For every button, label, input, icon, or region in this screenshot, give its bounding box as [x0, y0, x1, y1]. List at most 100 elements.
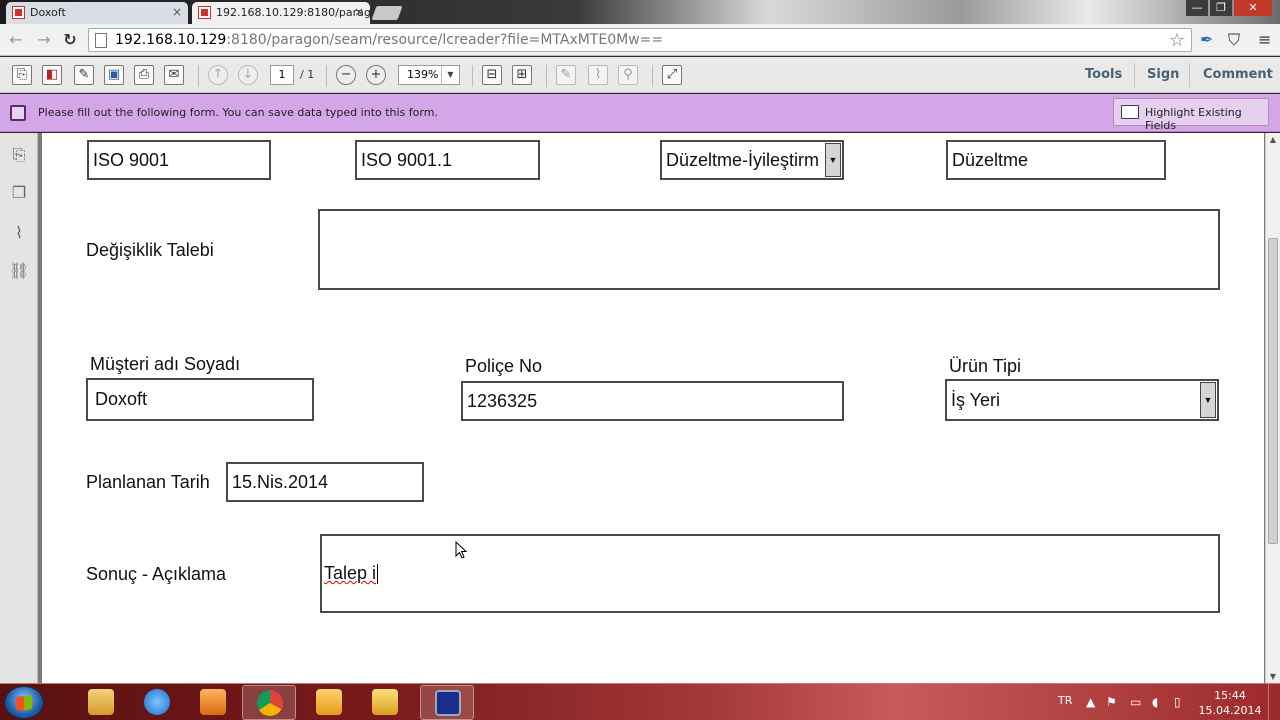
reload-icon[interactable]: ↻ — [60, 30, 80, 49]
attach-icon[interactable]: ⌇ — [588, 65, 608, 85]
action-center-flag-icon[interactable]: ⚑ — [1106, 695, 1117, 709]
edit-icon[interactable]: ✎ — [74, 65, 94, 85]
product-type-label: Ürün Tipi — [949, 356, 1022, 376]
window-controls: — ❐ ✕ — [1186, 0, 1272, 16]
power-icon[interactable]: ▯ — [1174, 695, 1181, 709]
new-tab-button[interactable] — [371, 6, 403, 20]
create-pdf-icon[interactable]: ◧ — [42, 65, 62, 85]
toolbar-separator — [472, 65, 473, 87]
policy-number-value: 1236325 — [467, 390, 538, 411]
outlook-icon — [316, 689, 342, 715]
tools-link[interactable]: Tools — [1085, 67, 1122, 82]
chevron-down-icon[interactable]: ▼ — [441, 66, 459, 84]
scrollbar-thumb[interactable] — [1268, 238, 1278, 544]
scroll-up-icon[interactable]: ▲ — [1266, 135, 1280, 144]
result-label: Sonuç - Açıklama — [86, 564, 227, 584]
product-type-value: İş Yeri — [951, 389, 1001, 410]
planned-date-field[interactable]: 15.Nis.2014 — [226, 462, 424, 502]
product-type-select[interactable]: İş Yeri ▼ — [945, 379, 1219, 421]
address-bar-row: ← → ↻ 192.168.10.129:8180/paragon/seam/r… — [0, 24, 1280, 56]
taskbar-explorer[interactable] — [74, 685, 128, 720]
zoom-out-icon[interactable]: − — [336, 65, 356, 85]
start-button[interactable] — [4, 686, 44, 719]
close-tab-icon[interactable]: × — [354, 5, 364, 19]
mouse-pointer-icon — [455, 541, 468, 559]
fit-page-icon[interactable]: ⊟ — [482, 65, 502, 85]
action-field[interactable]: Düzeltme — [946, 140, 1166, 180]
print-icon[interactable]: ⎙ — [134, 65, 154, 85]
next-page-icon[interactable]: ↓ — [238, 65, 258, 85]
previous-page-icon[interactable]: ↑ — [208, 65, 228, 85]
zoom-select[interactable]: 139% ▼ — [398, 65, 460, 85]
sign-pen-icon[interactable]: ✎ — [556, 65, 576, 85]
sign-link[interactable]: Sign — [1147, 67, 1179, 82]
language-indicator[interactable]: TR — [1058, 694, 1072, 707]
folder-icon — [88, 689, 114, 715]
show-desktop-button[interactable] — [1268, 684, 1280, 720]
highlight-fields-button[interactable]: Highlight Existing Fields — [1113, 98, 1269, 132]
scroll-down-icon[interactable]: ▼ — [1266, 672, 1280, 681]
taskbar-clock[interactable]: 15:44 15.04.2014 — [1198, 688, 1262, 718]
back-arrow-icon[interactable]: ← — [6, 30, 26, 49]
taskbar-ie[interactable] — [130, 685, 184, 720]
zoom-in-icon[interactable]: + — [366, 65, 386, 85]
save-icon[interactable]: ▣ — [104, 65, 124, 85]
action-type-select[interactable]: Düzeltme-İyileştirm ▼ — [660, 140, 844, 180]
tab-doxoft[interactable]: Doxoft × — [6, 2, 188, 24]
puzzle-app-icon — [372, 689, 398, 715]
taskbar-media-player[interactable] — [186, 685, 240, 720]
extension-pen-icon[interactable]: ✒ — [1200, 30, 1213, 49]
chevron-down-icon[interactable]: ▼ — [825, 143, 841, 177]
document-scrollbar[interactable]: ▲ ▼ — [1265, 133, 1280, 683]
extension-shield-icon[interactable]: ⛉ — [1228, 30, 1240, 50]
network-icon[interactable]: ▭ — [1130, 695, 1141, 709]
policy-number-field[interactable]: 1236325 — [461, 381, 844, 421]
media-player-icon — [200, 689, 226, 715]
taskbar-remote-desktop[interactable] — [420, 685, 474, 720]
standard-version-field[interactable]: ISO 9001.1 — [355, 140, 540, 180]
comment-link[interactable]: Comment — [1203, 67, 1273, 82]
pages-icon[interactable]: ❐ — [9, 183, 29, 203]
planned-date-label: Planlanan Tarih — [86, 472, 210, 492]
form-notification-bar: Please fill out the following form. You … — [0, 94, 1280, 132]
close-tab-icon[interactable]: × — [172, 5, 182, 19]
change-request-textarea[interactable] — [318, 209, 1220, 290]
action-type-value: Düzeltme-İyileştirm — [666, 149, 820, 170]
action-field-value: Düzeltme — [952, 149, 1029, 170]
binoculars-icon[interactable]: ⛓ — [9, 261, 29, 281]
close-window-icon[interactable]: ✕ — [1234, 0, 1272, 16]
taskbar-outlook[interactable] — [302, 685, 356, 720]
planned-date-value: 15.Nis.2014 — [232, 471, 329, 492]
chrome-menu-icon[interactable]: ≡ — [1258, 30, 1271, 49]
tray-expand-icon[interactable]: ▲ — [1086, 695, 1095, 709]
tab-title: Doxoft — [30, 6, 66, 19]
toolbar-separator — [198, 65, 199, 87]
bookmark-star-icon[interactable]: ☆ — [1169, 30, 1185, 51]
open-icon[interactable]: ⎘ — [12, 65, 32, 85]
attachments-icon[interactable]: ⌇ — [9, 223, 29, 243]
standard-field[interactable]: ISO 9001 — [87, 140, 271, 180]
restore-icon[interactable]: ❐ — [1210, 0, 1232, 16]
taskbar-app[interactable] — [358, 685, 412, 720]
url-input[interactable]: 192.168.10.129:8180/paragon/seam/resourc… — [88, 28, 1192, 52]
fullscreen-icon[interactable]: ⤢ — [662, 65, 682, 85]
taskbar-chrome[interactable] — [242, 685, 296, 720]
fit-width-icon[interactable]: ⊞ — [512, 65, 532, 85]
email-icon[interactable]: ✉ — [164, 65, 184, 85]
result-value: Talep i — [324, 563, 377, 583]
volume-icon[interactable]: ◖ — [1152, 695, 1158, 709]
text-caret — [377, 563, 379, 584]
chevron-down-icon[interactable]: ▼ — [1200, 382, 1216, 418]
page-icon — [95, 33, 107, 48]
document-area: ISO 9001 ISO 9001.1 Düzeltme-İyileştirm … — [38, 133, 1265, 683]
minimize-icon[interactable]: — — [1186, 0, 1208, 16]
forward-arrow-icon[interactable]: → — [34, 30, 54, 49]
clock-time: 15:44 — [1214, 689, 1246, 702]
stamp-icon[interactable]: ⚲ — [618, 65, 638, 85]
page-thumbnails-icon[interactable]: ⎘ — [9, 145, 29, 165]
tab-paragon[interactable]: 192.168.10.129:8180/parag × — [192, 2, 370, 24]
pdf-page: ISO 9001 ISO 9001.1 Düzeltme-İyileştirm … — [42, 133, 1264, 683]
customer-name-value: Doxoft — [95, 389, 148, 409]
page-number-input[interactable]: 1 — [270, 65, 294, 85]
customer-name-field[interactable]: Doxoft — [86, 378, 314, 421]
